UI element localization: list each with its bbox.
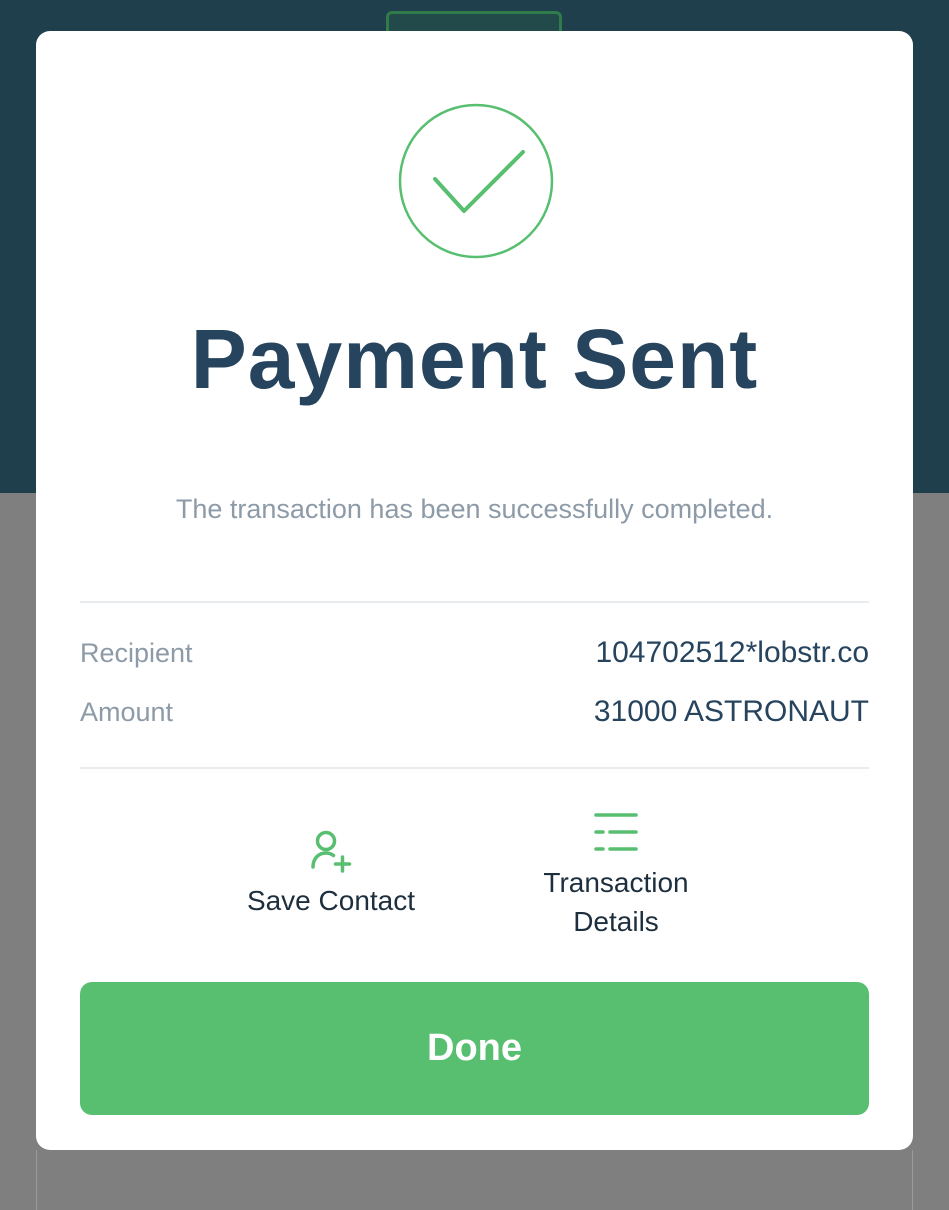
add-contact-icon (311, 830, 352, 873)
list-icon (594, 813, 638, 851)
success-message: The transaction has been successfully co… (175, 494, 774, 524)
background-card (36, 1150, 913, 1210)
amount-label: Amount (80, 697, 174, 727)
amount-value: 31000 ASTRONAUT (593, 695, 869, 728)
detail-row-amount: Amount 31000 ASTRONAUT (80, 692, 869, 732)
payment-sent-modal: Payment Sent The transaction has been su… (36, 31, 913, 1150)
transaction-details-button[interactable]: Transaction Details (516, 811, 716, 941)
divider-top (80, 601, 869, 603)
detail-row-recipient: Recipient 104702512*lobstr.co (80, 633, 869, 673)
transaction-details-label-line2: Details (573, 906, 659, 937)
transaction-details-label-line1: Transaction (543, 867, 689, 898)
save-contact-button[interactable]: Save Contact (226, 827, 436, 920)
save-contact-label: Save Contact (246, 885, 416, 916)
divider-bottom (80, 767, 869, 769)
done-button[interactable]: Done (80, 982, 869, 1115)
recipient-value: 104702512*lobstr.co (595, 636, 869, 669)
page-title: Payment Sent (190, 312, 759, 406)
recipient-label: Recipient (80, 638, 193, 668)
checkmark-circle-icon (398, 103, 554, 259)
